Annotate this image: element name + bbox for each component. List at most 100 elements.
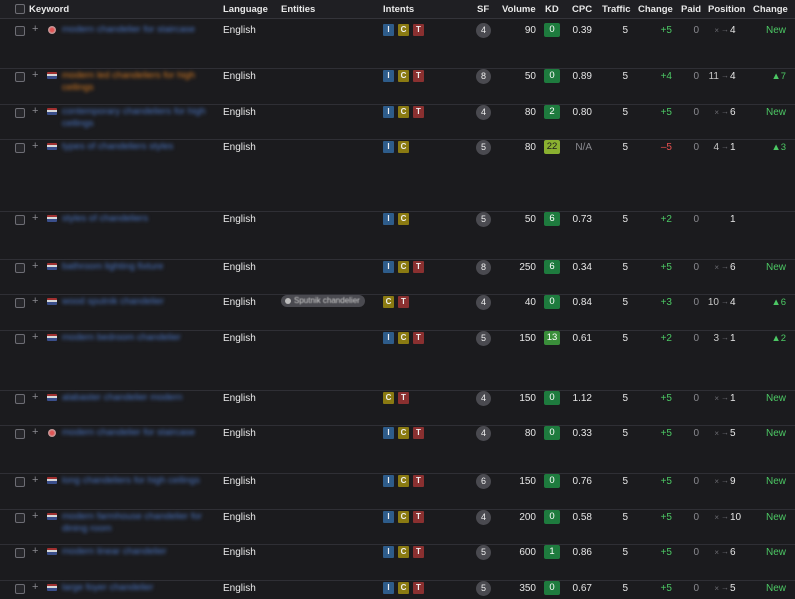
current-position[interactable]: 9 bbox=[730, 476, 742, 487]
keyword-link[interactable]: bathroom lighting fixture bbox=[62, 261, 212, 273]
table-row[interactable]: + long chandeliers for high ceilings Engli… bbox=[0, 473, 795, 510]
add-to-list-icon[interactable]: + bbox=[32, 510, 38, 522]
keyword-link[interactable]: modern farmhouse chandelier for dining r… bbox=[62, 511, 212, 535]
table-row[interactable]: + modern chandelier for staircase English I… bbox=[0, 22, 795, 69]
row-checkbox[interactable] bbox=[15, 215, 25, 225]
table-row[interactable]: + contemporary chandeliers for high ceili… bbox=[0, 104, 795, 140]
current-position[interactable]: 6 bbox=[730, 107, 742, 118]
keyword-link[interactable]: contemporary chandeliers for high ceilin… bbox=[62, 106, 212, 130]
col-position[interactable]: Position bbox=[708, 4, 745, 15]
table-row[interactable]: + types of chandeliers styles English I C 5 80… bbox=[0, 139, 795, 212]
col-entities[interactable]: Entities bbox=[281, 4, 315, 15]
col-kd[interactable]: KD bbox=[545, 4, 559, 15]
add-to-list-icon[interactable]: + bbox=[32, 23, 38, 35]
add-to-list-icon[interactable]: + bbox=[32, 140, 38, 152]
current-position[interactable]: 1 bbox=[730, 214, 742, 225]
col-language[interactable]: Language bbox=[223, 4, 268, 15]
col-change-position[interactable]: Change bbox=[753, 4, 788, 15]
keyword-link[interactable]: types of chandeliers styles bbox=[62, 141, 212, 153]
table-row[interactable]: + modern linear chandelier English I C T 5 600 1… bbox=[0, 544, 795, 581]
serp-features-count[interactable]: 4 bbox=[476, 105, 491, 120]
current-position[interactable]: 10 bbox=[730, 512, 742, 523]
add-to-list-icon[interactable]: + bbox=[32, 545, 38, 557]
keyword-link[interactable]: large foyer chandelier bbox=[62, 582, 212, 594]
table-row[interactable]: + bathroom lighting fixture English I C T 8 250… bbox=[0, 259, 795, 295]
keyword-link[interactable]: styles of chandeliers bbox=[62, 213, 212, 225]
entity-chip[interactable]: Sputnik chandelier bbox=[281, 295, 365, 307]
current-position[interactable]: 1 bbox=[730, 393, 742, 404]
serp-features-count[interactable]: 5 bbox=[476, 581, 491, 596]
row-checkbox[interactable] bbox=[15, 584, 25, 594]
serp-features-count[interactable]: 4 bbox=[476, 426, 491, 441]
row-checkbox[interactable] bbox=[15, 298, 25, 308]
row-checkbox[interactable] bbox=[15, 334, 25, 344]
row-checkbox[interactable] bbox=[15, 72, 25, 82]
serp-features-count[interactable]: 6 bbox=[476, 474, 491, 489]
add-to-list-icon[interactable]: + bbox=[32, 212, 38, 224]
keyword-link[interactable]: modern linear chandelier bbox=[62, 546, 212, 558]
keyword-link[interactable]: alabaster chandelier modern bbox=[62, 392, 212, 404]
col-keyword[interactable]: Keyword bbox=[29, 4, 69, 15]
add-to-list-icon[interactable]: + bbox=[32, 331, 38, 343]
serp-features-count[interactable]: 5 bbox=[476, 212, 491, 227]
serp-features-count[interactable]: 8 bbox=[476, 260, 491, 275]
current-position[interactable]: 6 bbox=[730, 262, 742, 273]
row-checkbox[interactable] bbox=[15, 477, 25, 487]
add-to-list-icon[interactable]: + bbox=[32, 295, 38, 307]
current-position[interactable]: 4 bbox=[730, 25, 742, 36]
table-row[interactable]: + modern chandelier for staircase English I… bbox=[0, 425, 795, 474]
current-position[interactable]: 1 bbox=[730, 142, 742, 153]
keyword-link[interactable]: modern led chandeliers for high ceilings bbox=[62, 70, 212, 94]
col-traffic[interactable]: Traffic bbox=[602, 4, 631, 15]
table-row[interactable]: + styles of chandeliers English I C 5 50 6 0.73 5… bbox=[0, 211, 795, 260]
col-paid[interactable]: Paid bbox=[681, 4, 701, 15]
row-checkbox[interactable] bbox=[15, 143, 25, 153]
add-to-list-icon[interactable]: + bbox=[32, 474, 38, 486]
current-position[interactable]: 5 bbox=[730, 428, 742, 439]
serp-features-count[interactable]: 4 bbox=[476, 391, 491, 406]
row-checkbox[interactable] bbox=[15, 513, 25, 523]
row-checkbox[interactable] bbox=[15, 548, 25, 558]
table-row[interactable]: + modern led chandeliers for high ceiling… bbox=[0, 68, 795, 105]
row-checkbox[interactable] bbox=[15, 263, 25, 273]
keyword-link[interactable]: modern chandelier for staircase bbox=[62, 427, 212, 439]
add-to-list-icon[interactable]: + bbox=[32, 391, 38, 403]
row-checkbox[interactable] bbox=[15, 108, 25, 118]
add-to-list-icon[interactable]: + bbox=[32, 69, 38, 81]
col-change[interactable]: Change bbox=[638, 4, 673, 15]
current-position[interactable]: 4 bbox=[730, 71, 742, 82]
current-position[interactable]: 1 bbox=[730, 333, 742, 344]
current-position[interactable]: 6 bbox=[730, 547, 742, 558]
current-position[interactable]: 4 bbox=[730, 297, 742, 308]
col-intents[interactable]: Intents bbox=[383, 4, 414, 15]
keyword-link[interactable]: long chandeliers for high ceilings bbox=[62, 475, 212, 487]
col-sf[interactable]: SF bbox=[477, 4, 489, 15]
serp-features-count[interactable]: 5 bbox=[476, 545, 491, 560]
table-row[interactable]: + alabaster chandelier modern English C T 4 15… bbox=[0, 390, 795, 426]
serp-features-count[interactable]: 8 bbox=[476, 69, 491, 84]
col-cpc[interactable]: CPC bbox=[572, 4, 592, 15]
keyword-link[interactable]: wood sputnik chandelier bbox=[62, 296, 212, 308]
row-checkbox[interactable] bbox=[15, 429, 25, 439]
intent-badges: ICT bbox=[383, 475, 424, 487]
add-to-list-icon[interactable]: + bbox=[32, 260, 38, 272]
table-row[interactable]: + modern farmhouse chandelier for dining … bbox=[0, 509, 795, 545]
keyword-link[interactable]: modern bedroom chandelier bbox=[62, 332, 212, 344]
keyword-link[interactable]: modern chandelier for staircase bbox=[62, 24, 212, 36]
serp-features-count[interactable]: 5 bbox=[476, 140, 491, 155]
table-row[interactable]: + large foyer chandelier English I C T 5 350 0 0.… bbox=[0, 580, 795, 599]
serp-features-count[interactable]: 4 bbox=[476, 510, 491, 525]
add-to-list-icon[interactable]: + bbox=[32, 105, 38, 117]
serp-features-count[interactable]: 4 bbox=[476, 295, 491, 310]
row-checkbox[interactable] bbox=[15, 26, 25, 36]
serp-features-count[interactable]: 4 bbox=[476, 23, 491, 38]
row-checkbox[interactable] bbox=[15, 394, 25, 404]
serp-features-count[interactable]: 5 bbox=[476, 331, 491, 346]
current-position[interactable]: 5 bbox=[730, 583, 742, 594]
add-to-list-icon[interactable]: + bbox=[32, 426, 38, 438]
col-volume[interactable]: Volume bbox=[502, 4, 536, 15]
table-row[interactable]: + modern bedroom chandelier English I C T 5 150… bbox=[0, 330, 795, 391]
table-row[interactable]: + wood sputnik chandelier English Sputnik c… bbox=[0, 294, 795, 331]
add-to-list-icon[interactable]: + bbox=[32, 581, 38, 593]
select-all-checkbox[interactable] bbox=[15, 4, 25, 14]
